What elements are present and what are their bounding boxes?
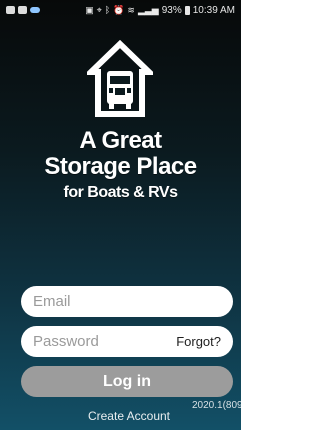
status-right: ▣ ⌖ ᛒ ⏰ ≋ ▂▃▅ 93% 10:39 AM xyxy=(85,5,235,16)
message-icon xyxy=(18,6,27,14)
rv-house-icon xyxy=(87,40,153,117)
clock-time: 10:39 AM xyxy=(192,4,235,16)
email-field[interactable]: Email xyxy=(21,286,233,317)
notification-icon xyxy=(6,6,15,14)
email-placeholder: Email xyxy=(33,293,71,310)
wifi-icon: ≋ xyxy=(127,4,135,15)
status-left xyxy=(6,6,40,14)
create-account-link[interactable]: Create Account xyxy=(80,406,178,426)
cloud-icon xyxy=(30,7,40,13)
location-icon: ⌖ xyxy=(96,4,102,15)
app-version: 2020.1(809) xyxy=(192,400,241,411)
signal-icon: ▂▃▅ xyxy=(137,4,159,15)
password-field[interactable]: Password Forgot? xyxy=(21,326,233,357)
password-placeholder: Password xyxy=(33,333,99,350)
forgot-password-link[interactable]: Forgot? xyxy=(176,334,221,349)
login-screen: ▣ ⌖ ᛒ ⏰ ≋ ▂▃▅ 93% 10:39 AM A Great Stora… xyxy=(0,0,241,430)
alarm-icon: ⏰ xyxy=(113,4,125,15)
battery-percent: 93% xyxy=(161,4,182,16)
sim-icon: ▣ xyxy=(85,4,94,15)
battery-icon xyxy=(184,5,190,15)
login-button[interactable]: Log in xyxy=(21,366,233,397)
brand-line-3: for Boats & RVs xyxy=(63,184,178,201)
brand-line-2: Storage Place xyxy=(44,153,197,180)
brand-line-1: A Great xyxy=(79,127,162,154)
status-bar: ▣ ⌖ ᛒ ⏰ ≋ ▂▃▅ 93% 10:39 AM xyxy=(0,0,241,20)
bluetooth-icon: ᛒ xyxy=(104,4,111,15)
